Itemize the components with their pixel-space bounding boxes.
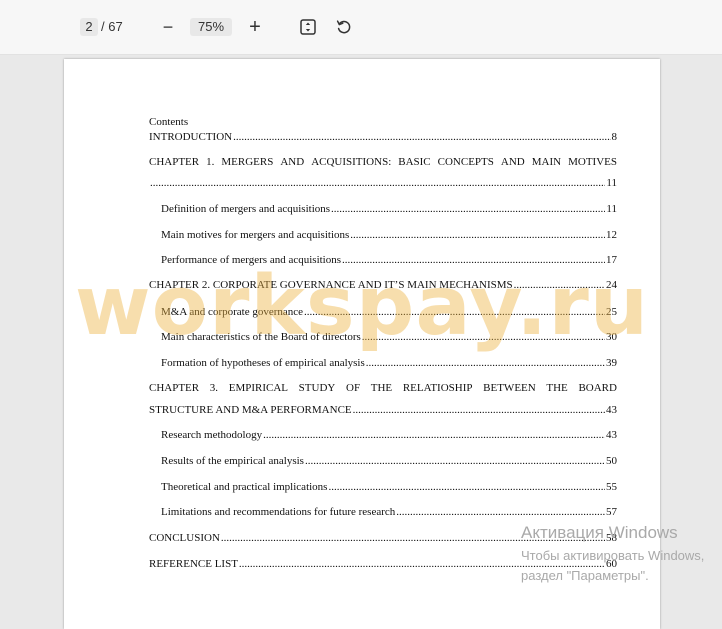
toc-word: AND	[280, 156, 305, 168]
toc-word: AND	[500, 156, 525, 168]
toc-entry-label: Results of the empirical analysis	[161, 455, 304, 467]
toc-entry-label: Theoretical and practical implications	[161, 481, 328, 493]
toc-word: 1.	[206, 156, 215, 168]
toc-word: RELATIOSHIP	[402, 382, 473, 394]
toc-entry-page: 43	[606, 404, 617, 416]
toc-entry[interactable]: Limitations and recommendations for futu…	[161, 505, 617, 519]
toc-entry-label: INTRODUCTION	[149, 131, 233, 143]
total-pages: / 67	[101, 19, 123, 34]
toc-entry-page: 30	[606, 331, 617, 343]
activation-title: Активация Windows	[521, 523, 678, 542]
toc-leader-dots	[233, 130, 610, 144]
toc-leader-dots	[328, 480, 605, 494]
toc-entry-page: 11	[606, 203, 617, 215]
toc-entry-page: 50	[606, 455, 617, 467]
toc-word: MAIN	[531, 156, 562, 168]
toc-entry-page: 25	[606, 306, 617, 318]
toc-leader-dots	[263, 428, 605, 442]
toc-entry-page: 8	[611, 131, 618, 143]
toc-entry-label: Performance of mergers and acquisitions	[161, 254, 342, 266]
toc-leader-dots	[350, 228, 605, 242]
toc-word: BASIC	[398, 156, 431, 168]
toc-entry[interactable]: Main characteristics of the Board of dir…	[161, 330, 617, 344]
toc-entry-label: REFERENCE LIST	[149, 558, 238, 570]
toc-leader-dots	[353, 403, 605, 417]
toc-entry-label: CHAPTER 2. CORPORATE GOVERNANCE AND IT’S…	[149, 279, 513, 291]
toc-entry[interactable]: Formation of hypotheses of empirical ana…	[161, 356, 617, 370]
toc-leader-dots	[150, 176, 605, 190]
toc-word: OF	[346, 382, 361, 394]
toc-entry[interactable]: M&A and corporate governance 25	[161, 305, 617, 319]
toc-chapter-heading-line[interactable]: CHAPTER 3. EMPIRICAL STUDY OF THE RELATI…	[149, 381, 617, 395]
fit-page-icon	[300, 19, 316, 35]
toc-entry-page: 24	[606, 279, 617, 291]
zoom-out-button[interactable]: −	[160, 17, 176, 37]
activation-line2: раздел "Параметры".	[521, 568, 649, 583]
toc-entry[interactable]: Main motives for mergers and acquisition…	[161, 228, 617, 242]
toc-entry[interactable]: CHAPTER 2. CORPORATE GOVERNANCE AND IT’S…	[149, 278, 617, 292]
zoom-in-button[interactable]: +	[246, 16, 264, 38]
toc-leader-dots	[396, 505, 605, 519]
toc-word: CONCEPTS	[437, 156, 494, 168]
toc-entry-label: Main motives for mergers and acquisition…	[161, 229, 350, 241]
toc-entry-page: 55	[606, 481, 617, 493]
toc-word: MOTIVES	[568, 156, 617, 168]
toc-entry-label: Research methodology	[161, 429, 263, 441]
toc-entry[interactable]: Definition of mergers and acquisitions 1…	[161, 202, 617, 216]
toc-leader-dots	[362, 330, 605, 344]
toc-entry-label: Limitations and recommendations for futu…	[161, 506, 396, 518]
toc-leader-dots	[305, 454, 605, 468]
contents-heading: Contents	[149, 116, 189, 128]
toc-entry-page: 57	[606, 506, 617, 518]
toc-leader-dots	[342, 253, 605, 267]
rotate-button[interactable]	[335, 18, 353, 36]
toc-entry-page: 11	[606, 177, 617, 189]
toc-chapter-heading-line[interactable]: CHAPTER 1. MERGERS AND ACQUISITIONS: BAS…	[149, 155, 617, 169]
toc-leader-dots	[514, 278, 605, 292]
toc-entry-label: Definition of mergers and acquisitions	[161, 203, 331, 215]
toc-word: EMPIRICAL	[228, 382, 288, 394]
zoom-level[interactable]: 75%	[190, 18, 232, 36]
pdf-toolbar: 2 / 67 − 75% +	[0, 0, 722, 55]
toc-word: THE	[546, 382, 568, 394]
activation-line1: Чтобы активировать Windows,	[521, 548, 705, 563]
toc-word: CHAPTER	[149, 382, 200, 394]
toc-entry[interactable]: INTRODUCTION 8	[149, 130, 617, 144]
toc-entry-page: 39	[606, 357, 617, 369]
toc-entry-label: CONCLUSION	[149, 532, 220, 544]
toc-entry-label: M&A and corporate governance	[161, 306, 304, 318]
toc-entry-page: 12	[606, 229, 617, 241]
toc-entry-label: STRUCTURE AND M&A PERFORMANCE	[149, 404, 352, 416]
toc-entry[interactable]: 11	[149, 176, 617, 190]
current-page-input[interactable]: 2	[80, 18, 98, 36]
toc-word: MERGERS	[221, 156, 274, 168]
toc-entry[interactable]: Research methodology 43	[161, 428, 617, 442]
toc-word: BOARD	[578, 382, 617, 394]
fit-page-button[interactable]	[299, 18, 317, 36]
toc-word: THE	[370, 382, 393, 394]
rotate-icon	[336, 20, 351, 34]
toc-entry-label: Formation of hypotheses of empirical ana…	[161, 357, 365, 369]
toc-entry[interactable]: Results of the empirical analysis 50	[161, 454, 617, 468]
toc-entry-page: 17	[606, 254, 617, 266]
toc-word: STUDY	[298, 382, 336, 394]
toc-leader-dots	[331, 202, 605, 216]
toc-word: BETWEEN	[483, 382, 536, 394]
toc-entry[interactable]: STRUCTURE AND M&A PERFORMANCE 43	[149, 403, 617, 417]
toc-leader-dots	[304, 305, 605, 319]
toc-entry-page: 43	[606, 429, 617, 441]
toc-word: CHAPTER	[149, 156, 200, 168]
toc-entry[interactable]: Performance of mergers and acquisitions …	[161, 253, 617, 267]
toc-word: ACQUISITIONS:	[311, 156, 392, 168]
toc-word: 3.	[209, 382, 219, 394]
toc-entry-label: Main characteristics of the Board of dir…	[161, 331, 361, 343]
toc-entry[interactable]: Theoretical and practical implications 5…	[161, 480, 617, 494]
toc-leader-dots	[366, 356, 605, 370]
